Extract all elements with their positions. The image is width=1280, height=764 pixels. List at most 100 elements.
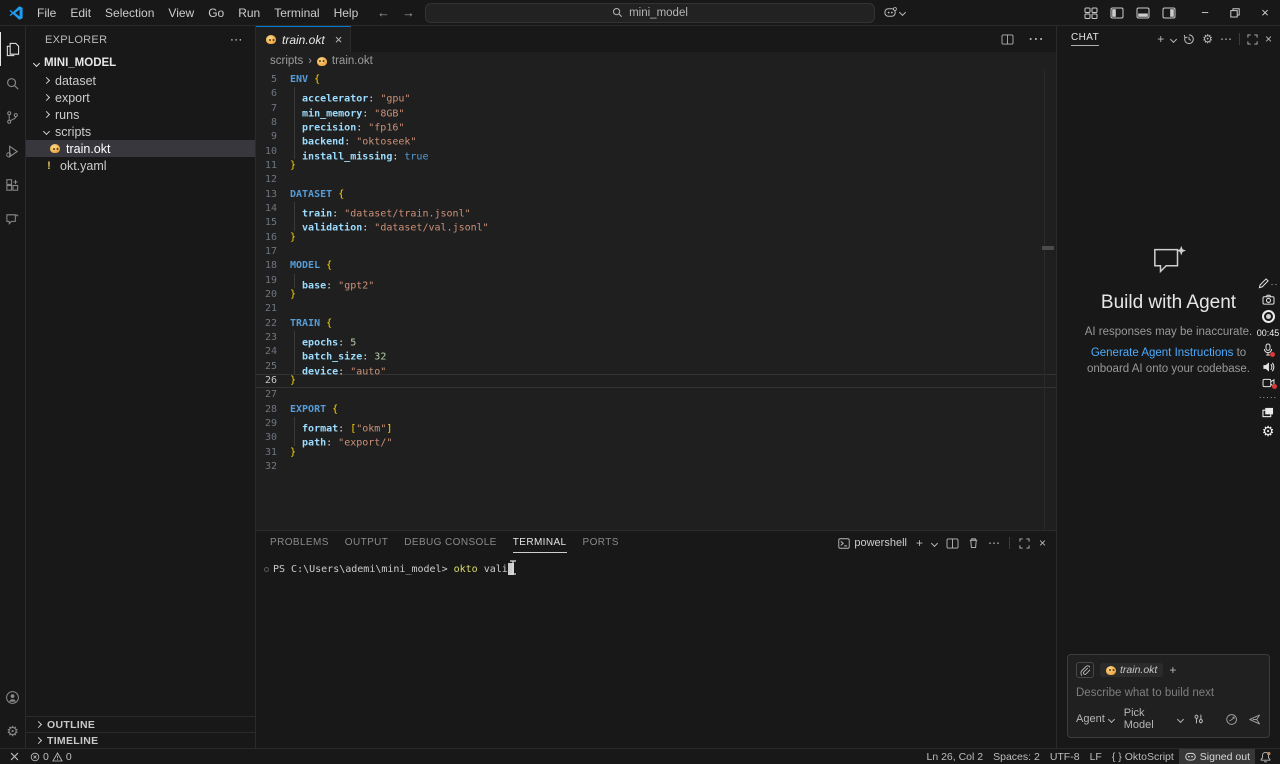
overlay-settings-gear-icon[interactable]: ⚙ [1262, 423, 1275, 440]
code-line-25[interactable]: 25device: "auto" [256, 360, 1056, 374]
code-line-18[interactable]: 18MODEL { [256, 259, 1056, 273]
settings-gear-icon[interactable]: ⚙ [0, 714, 26, 748]
code-line-23[interactable]: 23epochs: 5 [256, 331, 1056, 345]
copilot-status[interactable]: Signed out [1179, 749, 1255, 764]
code-line-14[interactable]: 14train: "dataset/train.jsonl" [256, 202, 1056, 216]
send-icon[interactable] [1248, 713, 1261, 726]
search-activity-icon[interactable] [0, 66, 26, 100]
add-attachment-icon[interactable]: + [1169, 663, 1176, 677]
attachment-chip[interactable]: train.okt [1100, 663, 1163, 677]
windows-button[interactable] [1262, 407, 1274, 418]
speaker-button[interactable] [1262, 361, 1275, 373]
panel-more-icon[interactable]: ⋯ [988, 536, 1000, 550]
tab-train-okt[interactable]: train.okt × [256, 26, 351, 52]
timeline-section[interactable]: TIMELINE [26, 732, 255, 748]
menu-edit[interactable]: Edit [63, 6, 98, 20]
eol-setting[interactable]: LF [1085, 749, 1107, 764]
code-line-13[interactable]: 13DATASET { [256, 188, 1056, 202]
back-icon[interactable]: ← [375, 5, 392, 20]
menu-go[interactable]: Go [201, 6, 231, 20]
code-line-20[interactable]: 20} [256, 288, 1056, 302]
source-control-activity-icon[interactable] [0, 100, 26, 134]
extensions-activity-icon[interactable] [0, 168, 26, 202]
explorer-item-export[interactable]: export [26, 89, 255, 106]
code-line-27[interactable]: 27 [256, 388, 1056, 402]
command-center-search[interactable]: mini_model [425, 3, 875, 23]
copilot-titlebar-button[interactable] [883, 6, 905, 19]
breadcrumb-folder[interactable]: scripts [270, 55, 303, 67]
kill-terminal-icon[interactable] [968, 537, 979, 549]
terminal-output[interactable]: PS C:\Users\ademi\mini_model> okto vali [256, 555, 1056, 575]
code-line-12[interactable]: 12 [256, 173, 1056, 187]
close-panel-icon[interactable]: × [1039, 536, 1046, 550]
model-select[interactable]: Pick Model [1124, 707, 1183, 731]
language-mode[interactable]: { } OktoScript [1107, 749, 1179, 764]
code-line-15[interactable]: 15validation: "dataset/val.jsonl" [256, 216, 1056, 230]
screenshot-button[interactable] [1262, 294, 1275, 305]
panel-tab-debug-console[interactable]: DEBUG CONSOLE [404, 533, 496, 553]
agent-mode-select[interactable]: Agent [1076, 713, 1114, 725]
remote-indicator[interactable] [4, 749, 25, 764]
panel-tab-problems[interactable]: PROBLEMS [270, 533, 329, 553]
menu-terminal[interactable]: Terminal [267, 6, 326, 20]
code-line-7[interactable]: 7min_memory: "8GB" [256, 102, 1056, 116]
tools-icon[interactable] [1193, 713, 1204, 725]
explorer-root-folder[interactable]: MINI_MODEL [26, 54, 255, 72]
attach-context-button[interactable] [1076, 662, 1094, 678]
breadcrumb-file[interactable]: train.okt [332, 55, 373, 67]
webcam-muted-button[interactable] [1262, 378, 1275, 388]
editor-more-icon[interactable]: ⋯ [1028, 29, 1044, 49]
notifications-bell[interactable] [1255, 749, 1276, 764]
encoding-setting[interactable]: UTF-8 [1045, 749, 1085, 764]
code-editor[interactable]: 5ENV {6accelerator: "gpu"7min_memory: "8… [256, 70, 1056, 530]
chat-input-box[interactable]: train.okt + Agent Pick Model [1067, 654, 1270, 738]
chat-prompt-input[interactable] [1076, 687, 1261, 699]
panel-tab-terminal[interactable]: TERMINAL [513, 533, 567, 553]
menu-file[interactable]: File [30, 6, 63, 20]
menu-view[interactable]: View [161, 6, 201, 20]
code-line-29[interactable]: 29format: ["okm"] [256, 417, 1056, 431]
code-line-5[interactable]: 5ENV { [256, 73, 1056, 87]
terminal-shell-item[interactable]: powershell [838, 537, 907, 549]
code-line-32[interactable]: 32 [256, 460, 1056, 474]
microphone-muted-button[interactable] [1263, 343, 1273, 356]
new-terminal-icon[interactable]: + [916, 536, 923, 550]
code-line-22[interactable]: 22TRAIN { [256, 317, 1056, 331]
run-debug-activity-icon[interactable] [0, 134, 26, 168]
problems-indicator[interactable]: 0 0 [25, 749, 77, 764]
scrollbar-track[interactable] [1044, 70, 1045, 530]
code-line-19[interactable]: 19base: "gpt2" [256, 274, 1056, 288]
code-line-30[interactable]: 30path: "export/" [256, 431, 1056, 445]
code-line-6[interactable]: 6accelerator: "gpu" [256, 87, 1056, 101]
split-terminal-icon[interactable] [946, 538, 959, 549]
close-tab-icon[interactable]: × [335, 32, 343, 47]
code-line-21[interactable]: 21 [256, 302, 1056, 316]
panel-tab-ports[interactable]: PORTS [583, 533, 619, 553]
code-line-8[interactable]: 8precision: "fp16" [256, 116, 1056, 130]
explorer-item-okt-yaml[interactable]: !okt.yaml [26, 157, 255, 174]
annotate-tool[interactable]: ·· [1258, 278, 1279, 289]
explorer-activity-icon[interactable] [0, 32, 26, 66]
chat-activity-icon[interactable] [0, 202, 26, 236]
split-editor-icon[interactable] [1001, 34, 1014, 45]
indentation-setting[interactable]: Spaces: 2 [988, 749, 1045, 764]
code-line-17[interactable]: 17 [256, 245, 1056, 259]
account-icon[interactable] [0, 680, 26, 714]
breadcrumb[interactable]: scripts › train.okt [256, 52, 1056, 70]
maximize-panel-icon[interactable] [1019, 538, 1030, 549]
explorer-more-icon[interactable]: ⋯ [230, 32, 243, 48]
explorer-item-scripts[interactable]: scripts [26, 123, 255, 140]
menu-run[interactable]: Run [231, 6, 267, 20]
terminal-dropdown-icon[interactable] [931, 539, 938, 546]
menu-selection[interactable]: Selection [98, 6, 161, 20]
voice-chat-icon[interactable] [1225, 713, 1238, 726]
code-line-28[interactable]: 28EXPORT { [256, 403, 1056, 417]
code-line-9[interactable]: 9backend: "oktoseek" [256, 130, 1056, 144]
explorer-item-runs[interactable]: runs [26, 106, 255, 123]
menu-help[interactable]: Help [327, 6, 366, 20]
explorer-item-train-okt[interactable]: train.okt [26, 140, 255, 157]
cursor-position[interactable]: Ln 26, Col 2 [921, 749, 988, 764]
generate-instructions-link[interactable]: Generate Agent Instructions [1091, 347, 1234, 359]
explorer-item-dataset[interactable]: dataset [26, 72, 255, 89]
record-button[interactable] [1262, 310, 1275, 323]
